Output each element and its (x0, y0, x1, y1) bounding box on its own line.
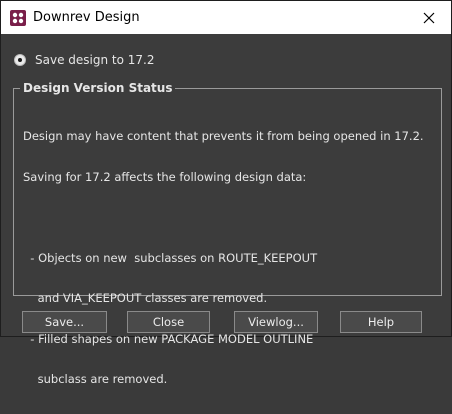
message-line: and VIA_KEEPOUT classes are removed. (23, 291, 268, 305)
app-icon (10, 10, 26, 26)
close-icon (423, 12, 434, 23)
group-title: Design Version Status (20, 81, 176, 95)
save-version-label: Save design to 17.2 (35, 53, 155, 67)
save-version-option[interactable]: Save design to 17.2 (14, 52, 154, 68)
save-button[interactable]: Save... (22, 311, 107, 333)
downrev-design-dialog: Downrev Design Save design to 17.2 Desig… (0, 0, 452, 386)
viewlog-button[interactable]: Viewlog... (234, 311, 318, 333)
message-line: - Objects on new subclasses on ROUTE_KEE… (23, 250, 318, 265)
close-button[interactable]: Close (127, 311, 210, 333)
window-title: Downrev Design (33, 10, 140, 25)
message-line: subclass are removed. (23, 372, 168, 386)
message-line: Design may have content that prevents it… (23, 129, 424, 143)
message-line: - Filled shapes on new PACKAGE MODEL OUT… (23, 331, 314, 346)
close-window-button[interactable] (406, 1, 451, 34)
help-button[interactable]: Help (340, 311, 422, 333)
save-version-radio[interactable] (14, 54, 26, 66)
title-bar: Downrev Design (1, 1, 451, 34)
message-line: Saving for 17.2 affects the following de… (23, 169, 307, 184)
status-message: Design may have content that prevents it… (23, 103, 433, 414)
message-line (23, 211, 433, 225)
